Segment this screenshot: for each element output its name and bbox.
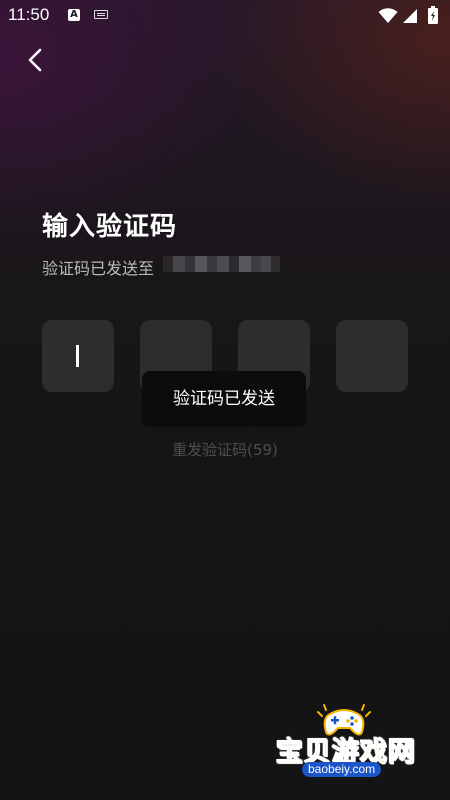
text-cursor xyxy=(76,345,79,367)
masked-phone-number xyxy=(163,256,280,272)
code-digit-1[interactable] xyxy=(42,320,114,392)
keyboard-icon xyxy=(94,10,108,19)
code-digit-4[interactable] xyxy=(336,320,408,392)
verification-screen: 11:50 A 输入验证码 验证码已发送至 验证码已发送 重发验证码(59) 宝… xyxy=(0,0,450,800)
wifi-icon xyxy=(378,8,398,23)
back-button[interactable] xyxy=(20,44,52,76)
battery-icon xyxy=(428,6,438,24)
toast-message: 验证码已发送 xyxy=(142,371,306,427)
a-icon: A xyxy=(68,9,80,21)
page-title: 输入验证码 xyxy=(42,212,178,242)
watermark: 宝贝游戏网 baobeiy.com xyxy=(270,700,420,790)
status-time: 11:50 xyxy=(8,5,50,24)
sent-to-label: 验证码已发送至 xyxy=(42,259,155,278)
resend-code-button[interactable]: 重发验证码(59) xyxy=(0,439,450,460)
watermark-url: baobeiy.com xyxy=(302,762,382,777)
signal-icon xyxy=(403,9,417,23)
chevron-left-icon xyxy=(28,48,42,72)
status-bar: 11:50 A xyxy=(0,0,450,32)
